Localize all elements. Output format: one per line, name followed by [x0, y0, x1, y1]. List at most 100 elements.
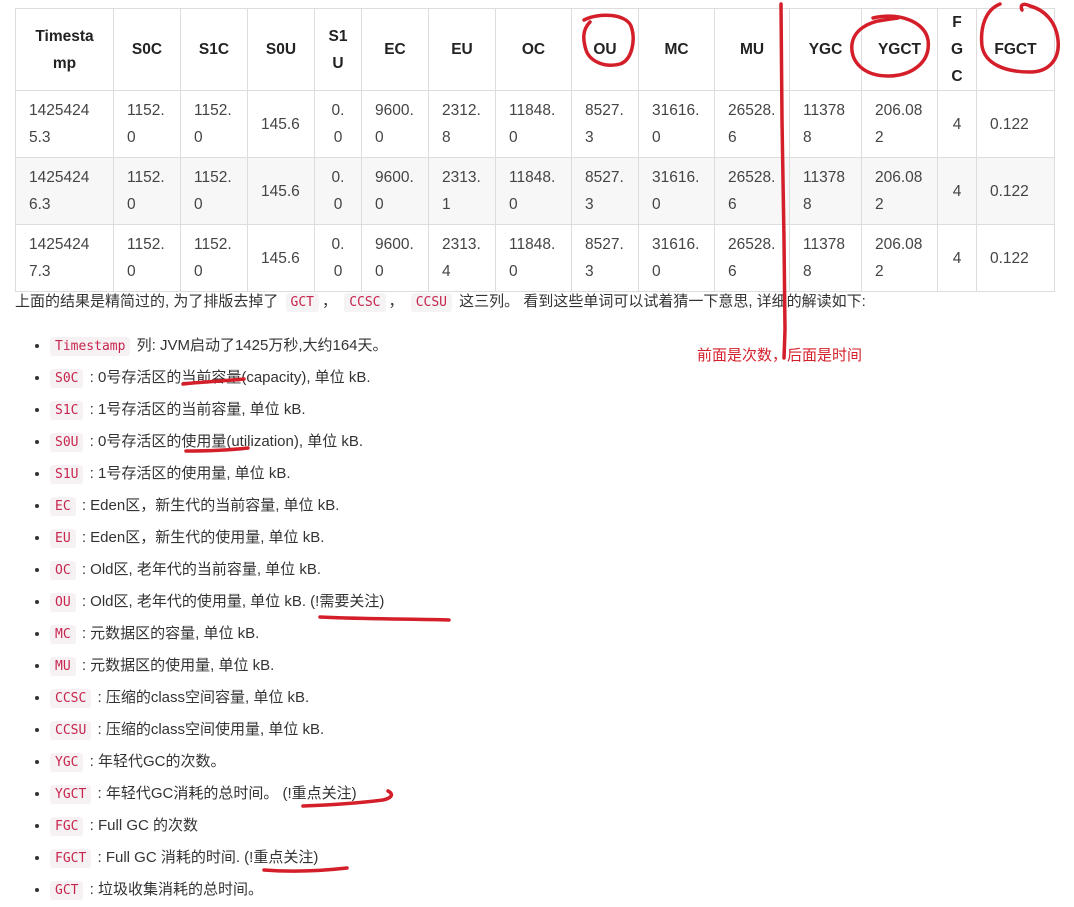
term-code: EC — [50, 497, 76, 516]
table-cell: 26528.6 — [714, 224, 790, 292]
col-header-eu: EU — [428, 8, 496, 91]
term-code: FGC — [50, 817, 84, 836]
col-header-fgct: FGCT — [976, 8, 1055, 91]
table-row: 14254246.3 1152.0 1152.0 145.6 0.0 9600.… — [15, 157, 1055, 225]
col-header-oc: OC — [495, 8, 572, 91]
list-item: YGC : 年轻代GC的次数。 — [50, 746, 388, 778]
list-item: OU : Old区, 老年代的使用量, 单位 kB. (!需要关注) — [50, 586, 388, 618]
table-cell: 8527.3 — [571, 224, 639, 292]
table-cell: 206.082 — [861, 90, 938, 158]
table-cell: 4 — [937, 224, 977, 292]
table-cell: 31616.0 — [638, 224, 715, 292]
term-code: YGCT — [50, 785, 92, 804]
table-cell: 11848.0 — [495, 90, 572, 158]
term-description: : 1号存活区的使用量, 单位 kB. — [85, 465, 291, 482]
table-cell: 26528.6 — [714, 157, 790, 225]
table-cell: 1152.0 — [180, 157, 248, 225]
term-code: S0U — [50, 433, 84, 452]
intro-separator: ， — [322, 293, 338, 310]
table-cell: 31616.0 — [638, 90, 715, 158]
table-cell: 14254246.3 — [15, 157, 114, 225]
list-item: S0U : 0号存活区的使用量(utilization), 单位 kB. — [50, 426, 388, 458]
table-cell: 113788 — [789, 224, 862, 292]
term-description: : Full GC 的次数 — [85, 817, 198, 834]
list-item: S1U : 1号存活区的使用量, 单位 kB. — [50, 458, 388, 490]
table-cell: 8527.3 — [571, 90, 639, 158]
list-item: FGC : Full GC 的次数 — [50, 810, 388, 842]
list-item: CCSC : 压缩的class空间容量, 单位 kB. — [50, 682, 388, 714]
table-cell: 206.082 — [861, 224, 938, 292]
code-ccsu: CCSU — [410, 293, 452, 312]
term-description: 列: JVM启动了1425万秒,大约164天。 — [132, 337, 388, 354]
table-cell: 4 — [937, 157, 977, 225]
table-cell: 0.122 — [976, 157, 1055, 225]
term-code: S1C — [50, 401, 84, 420]
list-item: MC : 元数据区的容量, 单位 kB. — [50, 618, 388, 650]
table-cell: 11848.0 — [495, 224, 572, 292]
table-cell: 0.0 — [314, 224, 362, 292]
table-cell: 0.122 — [976, 90, 1055, 158]
definition-list: Timestamp 列: JVM启动了1425万秒,大约164天。 S0C : … — [30, 330, 388, 906]
table-header-row: Timestamp S0C S1C S0U S1U EC EU OC OU MC… — [15, 8, 1055, 91]
intro-paragraph: 上面的结果是精简过的, 为了排版去掉了 GCT， CCSC， CCSU 这三列。… — [15, 290, 866, 312]
term-description: : Old区, 老年代的当前容量, 单位 kB. — [77, 561, 322, 578]
code-gct: GCT — [285, 293, 319, 312]
col-header-s1c: S1C — [180, 8, 248, 91]
table-cell: 11848.0 — [495, 157, 572, 225]
table-cell: 0.122 — [976, 224, 1055, 292]
list-item: YGCT : 年轻代GC消耗的总时间。 (!重点关注) — [50, 778, 388, 810]
term-description: : Eden区，新生代的当前容量, 单位 kB. — [77, 497, 340, 514]
term-code: Timestamp — [50, 337, 131, 356]
table-cell: 0.0 — [314, 157, 362, 225]
list-item: S1C : 1号存活区的当前容量, 单位 kB. — [50, 394, 388, 426]
col-header-ou: OU — [571, 8, 639, 91]
table-cell: 1152.0 — [180, 90, 248, 158]
term-description: : Eden区，新生代的使用量, 单位 kB. — [77, 529, 325, 546]
col-header-ec: EC — [361, 8, 429, 91]
list-item: EU : Eden区，新生代的使用量, 单位 kB. — [50, 522, 388, 554]
term-description: : 元数据区的容量, 单位 kB. — [77, 625, 260, 642]
list-item: MU : 元数据区的使用量, 单位 kB. — [50, 650, 388, 682]
table-cell: 2312.8 — [428, 90, 496, 158]
term-description: : 0号存活区的当前容量(capacity), 单位 kB. — [85, 369, 371, 386]
table-cell: 113788 — [789, 157, 862, 225]
term-code: S0C — [50, 369, 84, 388]
table-cell: 1152.0 — [113, 224, 181, 292]
table-cell: 1152.0 — [113, 157, 181, 225]
table-row: 14254245.3 1152.0 1152.0 145.6 0.0 9600.… — [15, 90, 1055, 158]
table-cell: 206.082 — [861, 157, 938, 225]
term-description: : 元数据区的使用量, 单位 kB. — [77, 657, 275, 674]
term-code: MC — [50, 625, 76, 644]
table-cell: 9600.0 — [361, 90, 429, 158]
list-item: EC : Eden区，新生代的当前容量, 单位 kB. — [50, 490, 388, 522]
handwritten-annotation-note: 前面是次数，后面是时间 — [697, 347, 863, 364]
term-description: : 1号存活区的当前容量, 单位 kB. — [85, 401, 306, 418]
col-header-mu: MU — [714, 8, 790, 91]
term-code: CCSU — [50, 721, 92, 740]
term-description: : Full GC 消耗的时间. (!重点关注) — [93, 849, 319, 866]
table-cell: 14254245.3 — [15, 90, 114, 158]
table-cell: 9600.0 — [361, 157, 429, 225]
table-row: 14254247.3 1152.0 1152.0 145.6 0.0 9600.… — [15, 224, 1055, 292]
col-header-s0c: S0C — [113, 8, 181, 91]
term-code: OU — [50, 593, 76, 612]
term-description: : 压缩的class空间容量, 单位 kB. — [93, 689, 310, 706]
term-description: : 0号存活区的使用量(utilization), 单位 kB. — [85, 433, 364, 450]
table-cell: 8527.3 — [571, 157, 639, 225]
list-item: GCT : 垃圾收集消耗的总时间。 — [50, 874, 388, 906]
table-cell: 145.6 — [247, 157, 315, 225]
list-item: Timestamp 列: JVM启动了1425万秒,大约164天。 — [50, 330, 388, 362]
term-code: MU — [50, 657, 76, 676]
list-item: OC : Old区, 老年代的当前容量, 单位 kB. — [50, 554, 388, 586]
intro-text-before: 上面的结果是精简过的, 为了排版去掉了 — [15, 293, 279, 310]
col-header-ygc: YGC — [789, 8, 862, 91]
table-cell: 145.6 — [247, 90, 315, 158]
table-cell: 145.6 — [247, 224, 315, 292]
col-header-mc: MC — [638, 8, 715, 91]
table-cell: 2313.1 — [428, 157, 496, 225]
col-header-ygct: YGCT — [861, 8, 938, 91]
table-cell: 9600.0 — [361, 224, 429, 292]
term-code: YGC — [50, 753, 84, 772]
code-ccsc: CCSC — [344, 293, 386, 312]
list-item: S0C : 0号存活区的当前容量(capacity), 单位 kB. — [50, 362, 388, 394]
